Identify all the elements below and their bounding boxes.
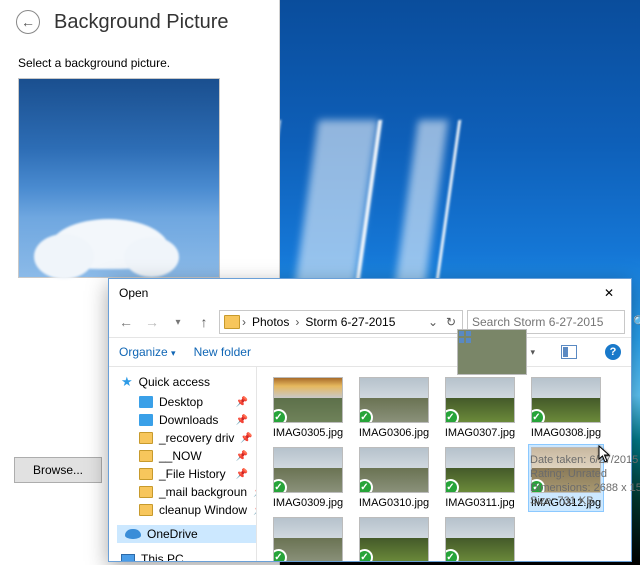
preview-pane-button[interactable] [561,345,577,359]
synced-check-icon: ✓ [531,409,545,423]
breadcrumb-current[interactable]: Storm 6-27-2015 [301,315,399,329]
background-preview[interactable] [18,78,220,278]
pin-icon: 📌 [253,487,256,498]
sidebar-item--recovery-driv[interactable]: _recovery driv📌 [117,429,256,447]
synced-check-icon: ✓ [531,479,545,493]
navigation-pane: ★ Quick access Desktop📌Downloads📌_recove… [109,367,257,561]
pin-icon: 📌 [236,451,248,462]
sidebar-item--file-history[interactable]: _File History📌 [117,465,256,483]
folder-icon [139,468,153,480]
new-folder-button[interactable]: New folder [194,345,251,359]
folder-icon [224,315,240,329]
file-name: IMAG0310.jpg [359,497,429,509]
pin-icon: 📌 [236,415,248,426]
file-thumbnail: ✓ [531,377,601,423]
nav-this-pc[interactable]: This PC [117,549,256,561]
file-thumbnail: ✓ [445,447,515,493]
command-bar: Organize ▾ New folder ▾ ? [109,337,631,367]
synced-check-icon: ✓ [273,479,287,493]
synced-check-icon: ✓ [273,409,287,423]
file-list[interactable]: ✓IMAG0305.jpg✓IMAG0306.jpg✓IMAG0307.jpg✓… [257,367,631,561]
file-name: IMAG0309.jpg [273,497,343,509]
file-name: IMAG0307.jpg [445,427,515,439]
back-icon[interactable]: ← [16,10,40,34]
file-thumbnail: ✓ [359,447,429,493]
breadcrumb[interactable]: › Photos › Storm 6-27-2015 ⌄ ↻ [219,310,463,334]
dialog-title: Open [119,286,148,300]
search-icon[interactable]: 🔍 [633,315,640,329]
help-icon[interactable]: ? [605,344,621,360]
panel-title: Background Picture [54,11,229,34]
synced-check-icon: ✓ [445,479,459,493]
refresh-icon[interactable]: ↻ [444,315,458,329]
view-thumbnails-button[interactable]: ▾ [457,329,535,375]
file-item[interactable]: ✓ IMAG0312.jpg [529,445,603,511]
nav-recent-icon[interactable]: ▾ [167,311,189,333]
nav-up-icon[interactable]: ↑ [193,311,215,333]
search-input[interactable] [472,315,627,329]
folder-icon [139,450,153,462]
synced-check-icon: ✓ [359,479,373,493]
nav-forward-icon[interactable]: → [141,311,163,333]
file-item[interactable]: ✓IMAG0313.jpg [271,515,345,561]
file-name: IMAG0306.jpg [359,427,429,439]
file-name: IMAG0308.jpg [531,427,601,439]
file-item[interactable]: ✓IMAG0314.jpg [357,515,431,561]
pin-icon: 📌 [236,469,248,480]
file-item[interactable]: ✓IMAG0315.jpg [443,515,517,561]
sidebar-item-cleanup-window[interactable]: cleanup Window📌 [117,501,256,519]
file-thumbnail: ✓ [273,517,343,561]
file-thumbnail: ✓ [273,447,343,493]
nav-back-icon[interactable]: ← [115,311,137,333]
panel-instruction: Select a background picture. [0,40,279,78]
folder-icon [139,432,153,444]
folder-icon [139,414,153,426]
file-thumbnail: ✓ [445,517,515,561]
synced-check-icon: ✓ [359,409,373,423]
sidebar-item--mail-backgroun[interactable]: _mail backgroun📌 [117,483,256,501]
sidebar-item-desktop[interactable]: Desktop📌 [117,393,256,411]
titlebar[interactable]: Open ✕ [109,279,631,307]
folder-icon [139,486,153,498]
pc-icon [121,554,135,561]
file-thumbnail: ✓ [445,377,515,423]
pin-icon: 📌 [236,397,248,408]
sidebar-item-downloads[interactable]: Downloads📌 [117,411,256,429]
browse-button[interactable]: Browse... [14,457,102,483]
file-thumbnail: ✓ [359,377,429,423]
close-icon[interactable]: ✕ [593,282,625,304]
file-name: IMAG0311.jpg [445,497,515,509]
file-item[interactable]: ✓ IMAG0308.jpg [529,375,603,441]
folder-icon [139,504,153,516]
file-item[interactable]: ✓ IMAG0306.jpg [357,375,431,441]
star-icon: ★ [121,374,133,390]
file-item[interactable]: ✓ IMAG0309.jpg [271,445,345,511]
nav-quick-access[interactable]: ★ Quick access [117,371,256,393]
file-item[interactable]: ✓ IMAG0311.jpg [443,445,517,511]
open-file-dialog: Open ✕ ← → ▾ ↑ › Photos › Storm 6-27-201… [108,278,632,562]
file-item[interactable]: ✓ IMAG0307.jpg [443,375,517,441]
address-bar: ← → ▾ ↑ › Photos › Storm 6-27-2015 ⌄ ↻ 🔍 [109,307,631,337]
sidebar-item--now[interactable]: __NOW📌 [117,447,256,465]
chevron-down-icon: ▾ [171,348,176,358]
chevron-down-icon: ▾ [530,347,535,358]
file-name: IMAG0312.jpg [531,497,601,509]
pin-icon: 📌 [253,505,256,516]
breadcrumb-drop-icon[interactable]: ⌄ [428,315,438,329]
nav-onedrive[interactable]: OneDrive [117,525,256,543]
file-item[interactable]: ✓ IMAG0310.jpg [357,445,431,511]
pin-icon: 📌 [240,433,252,444]
onedrive-icon [125,529,141,539]
file-thumbnail: ✓ [531,447,601,493]
organize-button[interactable]: Organize ▾ [119,345,176,359]
file-item[interactable]: ✓ IMAG0305.jpg [271,375,345,441]
synced-check-icon: ✓ [445,409,459,423]
file-thumbnail: ✓ [359,517,429,561]
breadcrumb-parent[interactable]: Photos [248,315,293,329]
file-name: IMAG0305.jpg [273,427,343,439]
folder-icon [139,396,153,408]
file-thumbnail: ✓ [273,377,343,423]
